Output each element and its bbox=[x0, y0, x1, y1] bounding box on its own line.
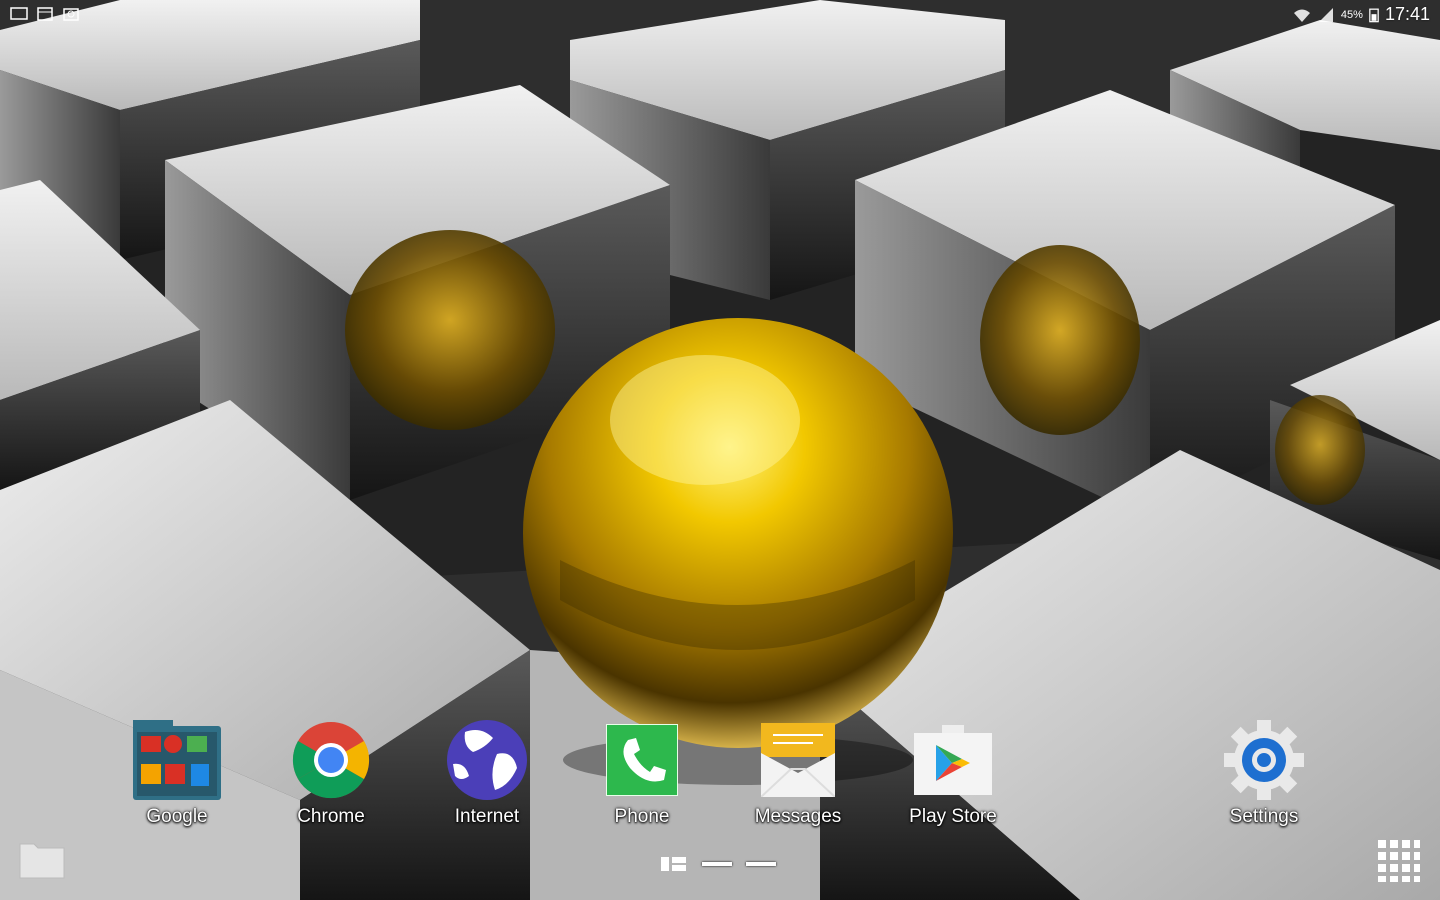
battery-icon bbox=[1369, 8, 1379, 22]
app-settings[interactable]: Settings bbox=[1199, 718, 1329, 833]
internet-globe-icon bbox=[442, 718, 532, 802]
wifi-icon bbox=[1293, 9, 1310, 22]
home-pages-icon[interactable] bbox=[660, 855, 688, 873]
app-label: Messages bbox=[754, 806, 842, 827]
folder-button[interactable] bbox=[18, 838, 66, 880]
app-google-folder[interactable]: Google bbox=[112, 718, 242, 833]
screen-icon bbox=[10, 7, 28, 20]
apps-grid-icon bbox=[1378, 840, 1420, 882]
status-bar: 45% 17:41 bbox=[0, 0, 1440, 30]
signal-icon bbox=[1318, 7, 1333, 22]
app-internet[interactable]: Internet bbox=[422, 718, 552, 833]
play-store-icon bbox=[908, 718, 998, 802]
phone-icon bbox=[597, 718, 687, 802]
apps-grid-button[interactable] bbox=[1376, 838, 1422, 884]
page-dot[interactable] bbox=[702, 862, 732, 866]
app-play-store[interactable]: Play Store bbox=[888, 718, 1018, 833]
folder-icon bbox=[19, 843, 65, 879]
messages-icon bbox=[753, 718, 843, 802]
gallery-icon bbox=[63, 8, 79, 21]
app-label: Internet bbox=[454, 806, 520, 827]
app-label: Google bbox=[146, 806, 208, 827]
page-indicator bbox=[660, 855, 776, 873]
app-label: Phone bbox=[614, 806, 670, 827]
chrome-icon bbox=[286, 718, 376, 802]
app-phone[interactable]: Phone bbox=[577, 718, 707, 833]
battery-percent: 45% bbox=[1340, 8, 1363, 21]
settings-gear-icon bbox=[1219, 718, 1309, 802]
status-right-icons: 45% 17:41 bbox=[1293, 4, 1430, 25]
status-left-icons bbox=[10, 6, 80, 22]
app-label: Play Store bbox=[909, 806, 997, 827]
app-messages[interactable]: Messages bbox=[733, 718, 863, 833]
page-dot[interactable] bbox=[746, 862, 776, 866]
app-chrome[interactable]: Chrome bbox=[266, 718, 396, 833]
google-folder-icon bbox=[132, 718, 222, 802]
calendar-icon bbox=[37, 7, 53, 21]
app-label: Settings bbox=[1229, 806, 1299, 827]
app-label: Chrome bbox=[297, 806, 365, 827]
status-time: 17:41 bbox=[1384, 4, 1430, 24]
